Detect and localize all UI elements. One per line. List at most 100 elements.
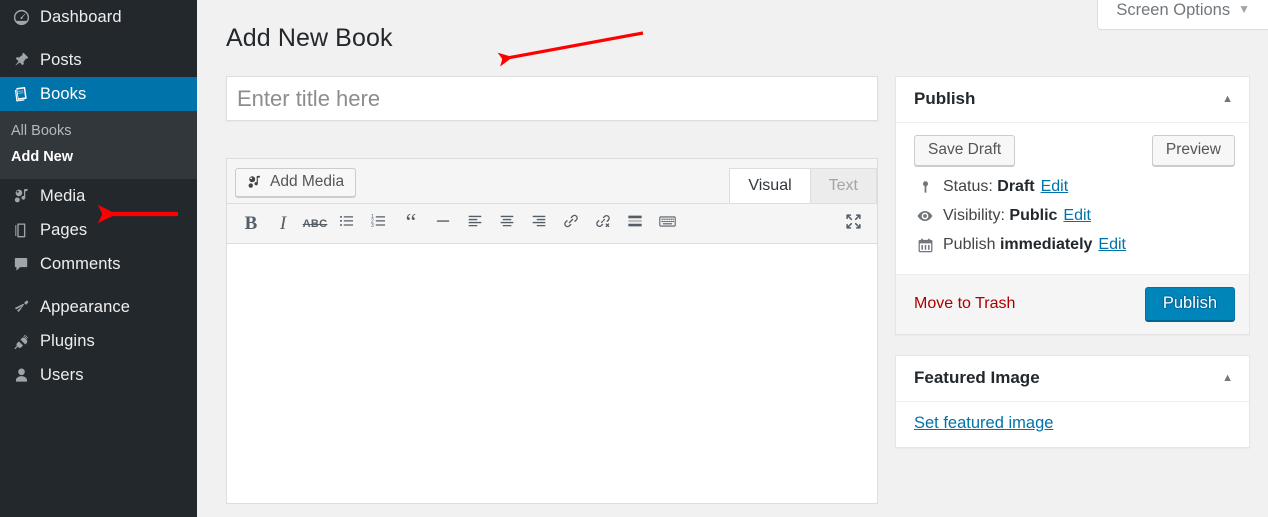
books-submenu: All Books Add New [0,111,197,179]
sidebar-item-appearance[interactable]: Appearance [0,290,197,324]
media-icon [11,186,31,206]
minor-publishing-actions: Save Draft Preview [914,135,1235,166]
pages-icon [11,220,31,240]
screen-options-button[interactable]: Screen Options ▼ [1097,0,1268,30]
editor-wrap: Add Media Visual Text B I ABC 1 2 3 “ [226,158,878,504]
sidebar-item-dashboard[interactable]: Dashboard [0,0,197,34]
numbered-list-button[interactable]: 1 2 3 [363,209,395,239]
read-more-icon [626,212,644,235]
insert-link-button[interactable] [555,209,587,239]
sidebar-item-label: Media [40,186,86,205]
italic-button[interactable]: I [267,209,299,239]
strikethrough-button[interactable]: ABC [299,209,331,239]
bulleted-list-button[interactable] [331,209,363,239]
post-side-column: Publish ▲ Save Draft Preview Status: Dra… [895,76,1250,468]
link-icon [562,212,580,235]
unlink-button[interactable] [587,209,619,239]
tab-visual[interactable]: Visual [729,167,811,204]
align-left-icon [466,212,484,235]
sidebar-item-pages[interactable]: Pages [0,213,197,247]
chevron-up-icon[interactable]: ▲ [1220,91,1235,108]
keyboard-shortcuts-button[interactable] [651,209,683,239]
chevron-down-icon: ▼ [1238,2,1250,16]
featured-image-body: Set featured image [896,402,1249,447]
add-media-button[interactable]: Add Media [235,168,357,197]
sidebar-item-label: Plugins [40,331,95,350]
sidebar-item-label: Pages [40,220,88,239]
media-icon [246,174,263,191]
svg-text:3: 3 [371,223,374,229]
sidebar-subitem-add-new[interactable]: Add New [0,144,197,170]
align-center-icon [498,212,516,235]
publish-metabox-body: Save Draft Preview Status: Draft Edit Vi… [896,123,1249,274]
sidebar-item-comments[interactable]: Comments [0,247,197,281]
post-title-wrap [226,76,878,121]
appearance-brush-icon [11,297,31,317]
bold-icon: B [244,212,258,234]
publish-button[interactable]: Publish [1144,287,1235,321]
media-buttons-bar: Add Media Visual Text [226,158,878,204]
post-schedule-row: Publish immediately Edit [914,231,1235,260]
post-visibility-value: Public [1009,207,1058,224]
unlink-icon [594,212,612,235]
post-visibility-label: Visibility: [943,207,1005,224]
align-right-button[interactable] [523,209,555,239]
sidebar-item-label: Dashboard [40,7,122,26]
post-status-row: Status: Draft Edit [914,173,1235,202]
publish-metabox-title: Publish [914,89,976,108]
read-more-tag-button[interactable] [619,209,651,239]
horizontal-rule-button[interactable] [427,209,459,239]
blockquote-button[interactable]: “ [395,209,427,239]
calendar-icon [914,237,936,254]
post-status-value: Draft [997,178,1035,195]
post-schedule-label: Publish [943,236,996,253]
save-draft-button[interactable]: Save Draft [914,135,1016,166]
bulleted-list-icon [338,212,356,235]
major-publishing-actions: Move to Trash Publish [896,274,1249,334]
sidebar-item-plugins[interactable]: Plugins [0,324,197,358]
sidebar-item-label: Appearance [40,297,130,316]
featured-image-metabox: Featured Image ▲ Set featured image [895,355,1250,448]
publish-metabox: Publish ▲ Save Draft Preview Status: Dra… [895,76,1250,335]
sidebar-item-posts[interactable]: Posts [0,43,197,77]
edit-status-link[interactable]: Edit [1041,178,1069,196]
fullscreen-button[interactable] [837,209,869,239]
books-icon [11,84,31,104]
sidebar-item-books[interactable]: Books [0,77,205,111]
visibility-eye-icon [914,207,936,225]
post-title-input[interactable] [227,77,877,120]
keyboard-icon [658,212,677,236]
admin-sidebar: Dashboard Posts Books All Books Add New … [0,0,205,517]
posts-pin-icon [11,50,31,70]
editor-mode-tabs: Visual Text [729,167,877,204]
post-status-icon [914,179,936,196]
align-center-button[interactable] [491,209,523,239]
featured-image-header: Featured Image ▲ [896,356,1249,402]
sidebar-item-media[interactable]: Media [0,179,197,213]
wordpress-admin-screen: Dashboard Posts Books All Books Add New … [0,0,1268,517]
featured-image-title: Featured Image [914,368,1040,387]
editor-content-area[interactable] [226,244,878,504]
sidebar-separator [0,281,197,290]
align-left-button[interactable] [459,209,491,239]
publish-metabox-header: Publish ▲ [896,77,1249,123]
tab-text[interactable]: Text [809,167,877,204]
admin-content-area: Screen Options ▼ Add New Book Enter titl… [197,0,1268,517]
edit-schedule-link[interactable]: Edit [1098,236,1126,254]
sidebar-item-label: Books [40,84,87,103]
align-right-icon [530,212,548,235]
set-featured-image-link[interactable]: Set featured image [914,414,1053,432]
sidebar-item-users[interactable]: Users [0,358,197,392]
post-visibility-row: Visibility: Public Edit [914,202,1235,231]
preview-button[interactable]: Preview [1151,135,1235,166]
sidebar-subitem-all-books[interactable]: All Books [0,118,197,144]
move-to-trash-link[interactable]: Move to Trash [914,295,1015,313]
users-icon [11,365,31,385]
plugins-plug-icon [11,331,31,351]
chevron-up-icon[interactable]: ▲ [1220,370,1235,387]
italic-icon: I [279,212,287,234]
bold-button[interactable]: B [235,209,267,239]
add-media-label: Add Media [270,173,345,190]
post-schedule-value: immediately [999,236,1093,253]
edit-visibility-link[interactable]: Edit [1063,207,1091,225]
